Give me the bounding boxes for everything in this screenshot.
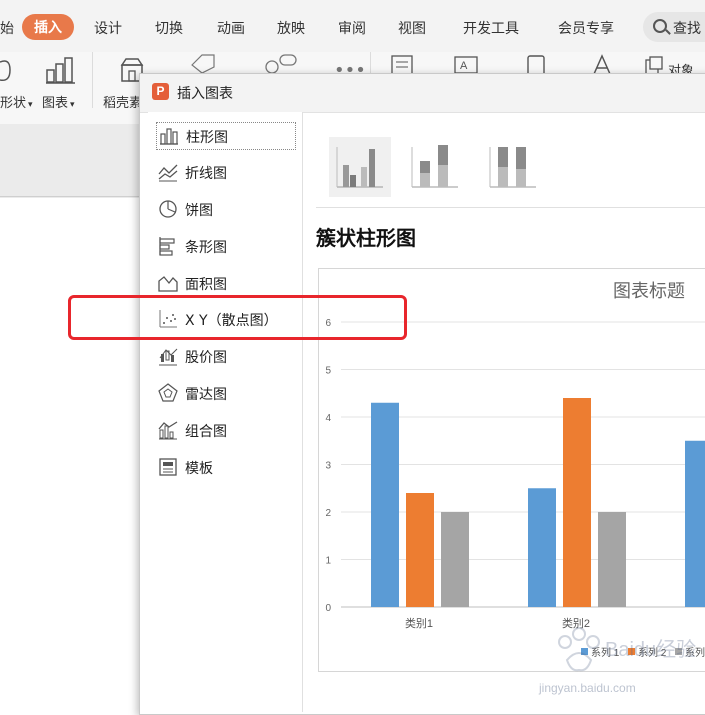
document-pane-header [0,124,140,198]
chart-type-item[interactable]: 折线图 [156,159,294,185]
stacked-column-subtype[interactable] [404,137,466,197]
document-pane-divider [0,196,140,197]
bar-1 [528,488,556,607]
baidu-jingyan-watermark: Baidu经验 jingyan.baidu.com [538,627,696,695]
shape-icon[interactable] [0,58,14,84]
watermark-brand: Baidu经验 [605,638,696,661]
pie-chart-icon [159,200,177,218]
radar-chart-icon [158,383,178,402]
tab-item[interactable]: 动画 [217,18,245,38]
y-tick-label: 5 [325,366,331,377]
app-logo-icon: P [152,83,169,100]
template-icon [159,458,177,476]
ribbon-tab-bar: 始 插入 设计 切换 动画 放映 审阅 视图 开发工具 会员专享 查找 [0,0,705,52]
tab-insert[interactable]: 插入 [22,14,74,40]
chart-type-label: 面积图 [185,277,227,293]
tab-item[interactable]: 视图 [398,18,426,38]
chart-type-item[interactable]: 组合图 [156,417,294,443]
variant-title: 簇状柱形图 [316,226,416,250]
column-chart-icon [160,128,178,145]
tab-item[interactable]: 切换 [155,18,183,38]
bar-3 [441,512,469,607]
chart-type-label: 模板 [185,461,213,477]
chart-type-label: 组合图 [185,424,227,440]
bar-3 [598,512,626,607]
stock-chart-icon [159,348,178,366]
chart-type-item[interactable]: 条形图 [156,233,294,259]
chart-type-label: 折线图 [185,166,227,182]
y-tick-label: 3 [325,461,331,472]
chart-type-item[interactable]: 面积图 [156,270,294,296]
chart-icon[interactable] [46,56,76,84]
watermark-url: jingyan.baidu.com [538,681,636,695]
chart-type-label: 柱形图 [186,130,228,146]
misc-shape-icon[interactable] [188,53,222,75]
chart-type-item[interactable]: 饼图 [156,196,294,222]
y-tick-label: 0 [325,603,331,614]
highlight-box [68,295,407,340]
chart-type-label: 雷达图 [185,387,227,403]
line-chart-icon [158,164,178,182]
chart-type-list: 柱形图 折线图 饼图 条形图 面积图 X Y（散点图） 股价图 雷达图 组合图 模板 [148,112,303,712]
y-tick-label: 1 [325,556,331,567]
percent-stacked-column-subtype-icon [489,147,536,188]
clustered-column-subtype-icon [336,147,383,188]
y-tick-label: 2 [325,508,331,519]
chart-button[interactable]: 图表 ▾ [42,92,75,111]
chart-title: 图表标题 [613,281,685,301]
search-box[interactable]: 查找 [643,12,705,42]
chart-type-label: 饼图 [185,203,213,219]
insert-chart-dialog: P 插入图表 柱形图 折线图 饼图 条形图 面积图 X Y（散点图） 股价图 雷达图 组合图 模板… [139,73,705,715]
y-tick-label: 4 [325,413,331,424]
area-chart-icon [158,276,178,292]
bar-chart-icon [159,237,175,256]
clustered-column-subtype[interactable] [329,137,391,197]
tab-item[interactable]: 会员专享 [558,18,614,38]
tab-item[interactable]: 设计 [94,18,122,38]
tab-start-partial[interactable]: 始 [0,18,14,38]
toolbar-divider [92,52,93,108]
combo-chart-icon [158,421,178,440]
svg-text:A: A [460,60,468,72]
bar-2 [563,398,591,607]
category-label: 类别1 [405,616,433,630]
smartart-icon[interactable] [262,53,300,75]
bar-1 [685,440,705,607]
chart-type-item[interactable]: 雷达图 [156,380,294,406]
percent-stacked-column-subtype[interactable] [482,137,544,197]
tab-item[interactable]: 开发工具 [463,18,519,38]
search-icon [653,19,667,33]
shape-button[interactable]: 形状 ▾ [0,92,33,111]
bar-2 [406,493,434,607]
dialog-title-bar[interactable]: P 插入图表 [140,74,705,113]
chart-type-item[interactable]: 模板 [156,454,294,480]
chart-type-label: 股价图 [185,350,227,366]
tab-item[interactable]: 审阅 [338,18,366,38]
subtype-divider [316,207,705,208]
stacked-column-subtype-icon [411,145,458,188]
dialog-title: 插入图表 [177,86,233,102]
chart-type-label: 条形图 [185,240,227,256]
search-label: 查找 [673,21,701,37]
chart-type-item[interactable]: 柱形图 [156,122,296,150]
chart-type-item[interactable]: 股价图 [156,343,294,369]
tab-item[interactable]: 放映 [277,18,305,38]
bar-1 [371,402,399,607]
